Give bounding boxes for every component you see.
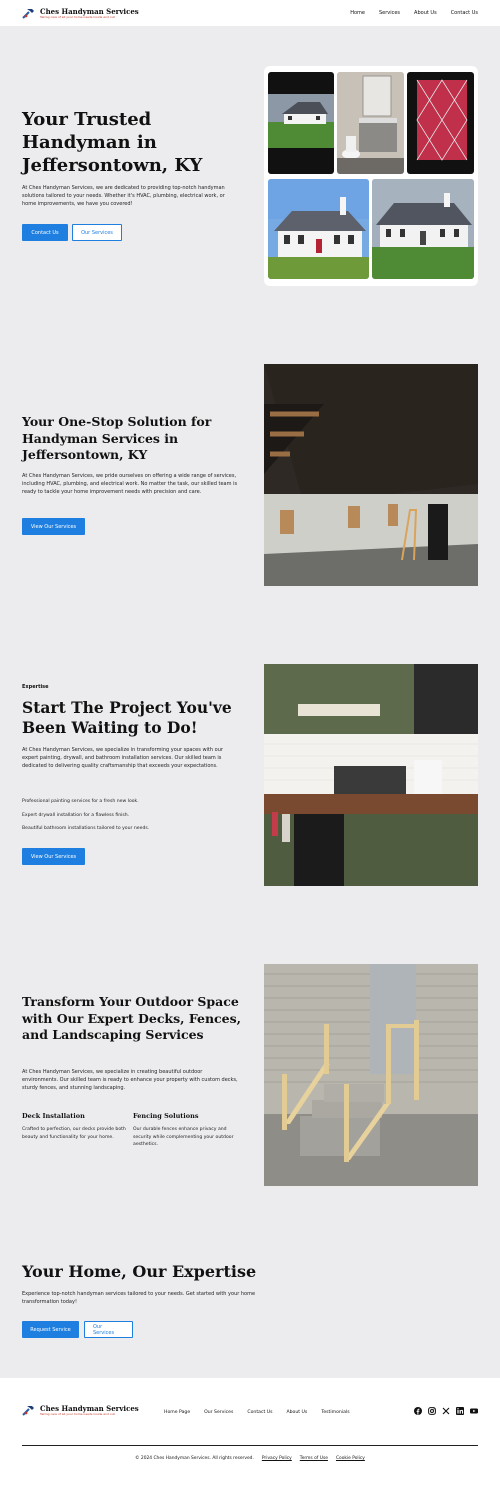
logo[interactable]: Ches Handyman Services Taking care of al…: [22, 7, 139, 19]
expertise-body: At Ches Handyman Services, we specialize…: [22, 747, 223, 769]
site-header: Ches Handyman Services Taking care of al…: [0, 0, 500, 26]
privacy-policy-link[interactable]: Privacy Policy: [262, 1456, 292, 1461]
hero-gallery: [264, 66, 478, 286]
photo-basement-interior: [264, 364, 478, 586]
facebook-icon[interactable]: [414, 1407, 422, 1415]
terms-of-use-link[interactable]: Terms of Use: [300, 1456, 328, 1461]
photo-deck-steps: [264, 964, 478, 1186]
footer-nav-testimonials[interactable]: Testimonials: [321, 1410, 349, 1415]
solution-body: At Ches Handyman Services, we pride ours…: [22, 473, 238, 495]
hammer-logo-icon: [22, 9, 34, 19]
footer-logo-title: Ches Handyman Services: [40, 1403, 139, 1413]
fencing-solutions-title: Fencing Solutions: [133, 1112, 199, 1120]
gallery-image-house-front: [268, 179, 369, 279]
cookie-policy-link[interactable]: Cookie Policy: [336, 1456, 365, 1461]
linkedin-icon[interactable]: [456, 1407, 464, 1415]
expertise-title: Start The Project You've Been Waiting to…: [22, 698, 232, 737]
site-footer: Ches Handyman Services Taking care of al…: [0, 1378, 500, 1492]
view-our-services-button[interactable]: View Our Services: [22, 518, 85, 535]
instagram-icon[interactable]: [428, 1407, 436, 1415]
expertise-item-drywall: Expert drywall installation for a flawle…: [22, 812, 130, 818]
logo-title: Ches Handyman Services: [40, 6, 139, 16]
contact-us-button[interactable]: Contact Us: [22, 224, 68, 241]
cta-title: Your Home, Our Expertise: [22, 1262, 257, 1281]
gallery-image-bathroom: [337, 72, 404, 174]
hammer-logo-icon: [22, 1406, 34, 1416]
expertise-item-painting: Professional painting services for a fre…: [22, 799, 139, 804]
footer-nav-about[interactable]: About Us: [287, 1410, 308, 1415]
hero-title: Your Trusted Handyman in Jeffersontown, …: [22, 109, 203, 176]
youtube-icon[interactable]: [470, 1407, 478, 1415]
footer-logo[interactable]: Ches Handyman Services Taking care of al…: [22, 1404, 139, 1416]
hero-body: At Ches Handyman Services, we are dedica…: [22, 185, 225, 207]
x-icon[interactable]: [442, 1407, 450, 1415]
cta-body: Experience top-notch handyman services t…: [22, 1291, 256, 1305]
expertise-item-bathroom: Beautiful bathroom installations tailore…: [22, 826, 150, 831]
main-nav: Home Services About Us Contact Us: [350, 10, 478, 16]
copyright-text: © 2024 Ches Handyman Services. All right…: [135, 1456, 254, 1461]
outdoor-title: Transform Your Outdoor Space with Our Ex…: [22, 994, 242, 1042]
deck-installation-body: Crafted to perfection, our decks provide…: [22, 1127, 126, 1140]
footer-nav: Home Page Our Services Contact Us About …: [164, 1410, 350, 1415]
footer-bottom: © 2024 Ches Handyman Services. All right…: [0, 1456, 500, 1461]
gallery-image-red-wall: [407, 72, 474, 174]
footer-nav-contact[interactable]: Contact Us: [247, 1410, 272, 1415]
fencing-solutions-body: Our durable fences enhance privacy and s…: [133, 1127, 234, 1147]
gallery-image-house-dark-sky: [268, 72, 334, 174]
social-links: [414, 1407, 478, 1415]
solution-title: Your One-Stop Solution for Handyman Serv…: [22, 414, 212, 462]
footer-nav-home[interactable]: Home Page: [164, 1410, 190, 1415]
nav-about[interactable]: About Us: [414, 10, 437, 16]
view-our-services-button-2[interactable]: View Our Services: [22, 848, 85, 865]
footer-divider: [22, 1445, 478, 1446]
footer-logo-tagline: Taking care of all your home needs insid…: [40, 1411, 115, 1416]
deck-installation-title: Deck Installation: [22, 1112, 85, 1120]
cta-section: Your Home, Our Expertise Experience top-…: [0, 1250, 500, 1370]
our-services-button[interactable]: Our Services: [72, 224, 122, 241]
nav-services[interactable]: Services: [379, 10, 400, 16]
nav-home[interactable]: Home: [350, 10, 365, 16]
footer-nav-services[interactable]: Our Services: [204, 1410, 233, 1415]
nav-contact[interactable]: Contact Us: [451, 10, 478, 16]
logo-tagline: Taking care of all your home needs insid…: [40, 14, 115, 19]
request-service-button[interactable]: Request Service: [22, 1321, 79, 1338]
expertise-list: Professional painting services for a fre…: [22, 798, 252, 833]
outdoor-body: At Ches Handyman Services, we specialize…: [22, 1069, 238, 1091]
gallery-image-house-side: [372, 179, 474, 279]
cta-our-services-button[interactable]: Our Services: [84, 1321, 133, 1338]
photo-kitchen: [264, 664, 478, 886]
expertise-eyebrow: Expertise: [22, 684, 49, 690]
